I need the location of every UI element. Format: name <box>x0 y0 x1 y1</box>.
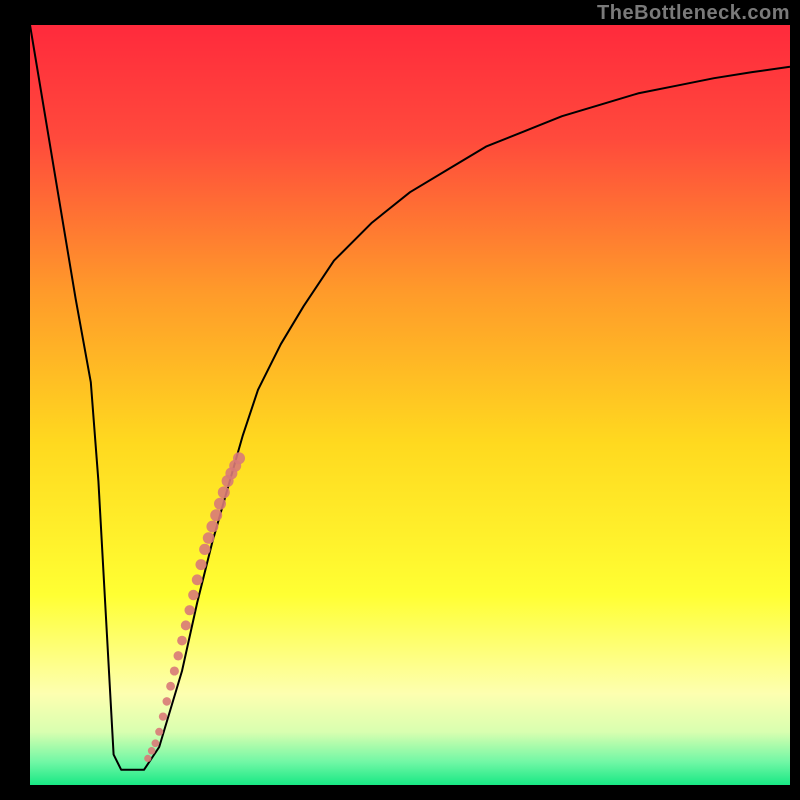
plot-area <box>30 25 790 785</box>
point-highlight-points <box>233 452 245 464</box>
point-highlight-points <box>163 697 172 706</box>
point-highlight-points <box>174 651 183 660</box>
point-highlight-points <box>177 636 187 646</box>
point-highlight-points <box>195 559 206 570</box>
point-highlight-points <box>170 666 179 675</box>
watermark-text: TheBottleneck.com <box>597 2 790 25</box>
point-highlight-points <box>152 739 160 747</box>
point-highlight-points <box>218 486 230 498</box>
point-highlight-points <box>181 620 191 630</box>
point-highlight-points <box>155 728 163 736</box>
chart-frame: TheBottleneck.com <box>0 0 800 800</box>
point-highlight-points <box>159 712 167 720</box>
point-highlight-points <box>166 682 175 691</box>
point-highlight-points <box>203 532 215 544</box>
point-highlight-points <box>210 509 222 521</box>
chart-svg <box>30 25 790 785</box>
point-highlight-points <box>206 521 218 533</box>
point-highlight-points <box>148 747 155 754</box>
point-highlight-points <box>184 605 194 615</box>
point-highlight-points <box>188 590 199 601</box>
point-highlight-points <box>214 498 226 510</box>
gradient-background <box>30 25 790 785</box>
point-highlight-points <box>199 544 210 555</box>
point-highlight-points <box>144 755 151 762</box>
point-highlight-points <box>192 574 203 585</box>
